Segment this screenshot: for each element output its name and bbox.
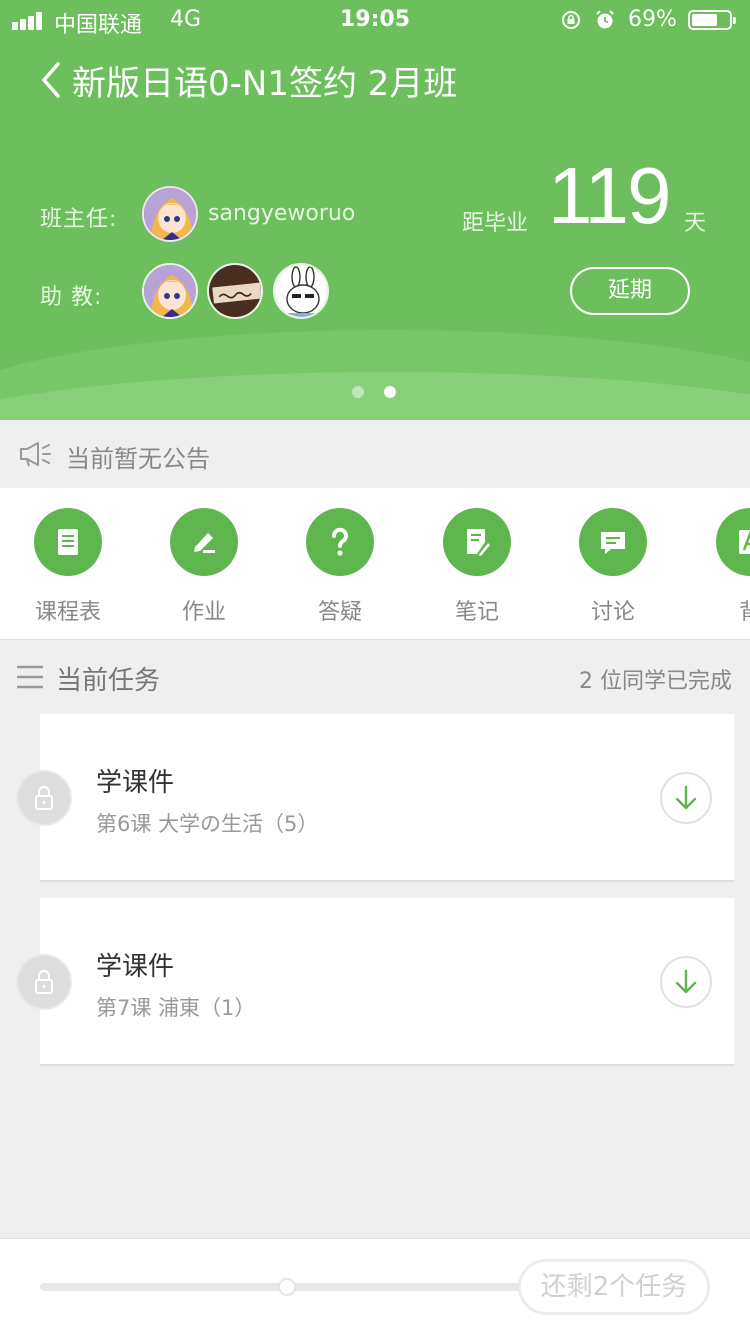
tool-grid: 课程表 作业 答疑 笔记 讨论 背 — [0, 488, 750, 640]
battery-percent: 69% — [628, 7, 677, 32]
class-header: 中国联通 4G 19:05 69% 新版日语0-N1签约 2月班 班主任: sa… — [0, 0, 750, 420]
download-icon — [675, 785, 697, 810]
assistant-avatar[interactable] — [142, 263, 198, 319]
nav-bar: 新版日语0-N1签约 2月班 — [0, 48, 750, 112]
alarm-icon — [596, 10, 614, 29]
chat-icon — [579, 508, 647, 576]
notes-icon — [443, 508, 511, 576]
download-button[interactable] — [660, 956, 712, 1008]
page-dot[interactable] — [352, 386, 364, 398]
task-lock — [16, 770, 72, 826]
battery-icon — [688, 10, 736, 30]
task-card[interactable]: 学课件 第7课 浦東（1） — [40, 898, 734, 1066]
lock-icon — [35, 970, 53, 994]
announcement-bar[interactable]: 当前暂无公告 — [0, 420, 750, 488]
task-lesson: 第7课 — [96, 996, 152, 1020]
page-dot[interactable] — [384, 386, 396, 398]
assistant-avatar[interactable] — [273, 263, 329, 319]
tool-label: 笔记 — [454, 600, 499, 625]
task-title: 学课件 — [96, 768, 175, 798]
task-progress-track — [40, 1283, 570, 1291]
assistant-label: 助 教: — [40, 285, 103, 310]
tool-discussion[interactable]: 讨论 — [545, 508, 681, 628]
task-topic: 大学の生活（5） — [158, 812, 319, 836]
back-arrow-icon[interactable] — [38, 60, 64, 100]
megaphone-icon — [20, 442, 51, 467]
bottom-progress-bar: 还剩2个任务 — [0, 1238, 750, 1334]
lock-icon — [35, 786, 53, 810]
tool-schedule[interactable]: 课程表 — [0, 508, 136, 628]
tool-label: 作业 — [181, 600, 226, 625]
recite-icon — [716, 508, 750, 576]
graduation-unit: 天 — [684, 211, 707, 236]
tool-label: 背 — [682, 594, 750, 626]
task-subtitle: 第7课 浦東（1） — [96, 992, 255, 1022]
completed-count[interactable]: 2 位同学已完成 — [579, 663, 732, 695]
task-progress-node — [278, 1278, 296, 1296]
tasks-title: 当前任务 — [56, 666, 161, 696]
task-title: 学课件 — [96, 952, 175, 982]
task-lesson: 第6课 — [96, 812, 152, 836]
tasks-header: 当前任务 2 位同学已完成 — [0, 640, 750, 714]
tool-label: 答疑 — [317, 600, 362, 625]
page-title: 新版日语0-N1签约 2月班 — [72, 64, 458, 104]
head-teacher-avatar[interactable] — [142, 186, 198, 242]
graduation-label: 距毕业 — [462, 211, 529, 236]
remaining-tasks-button[interactable]: 还剩2个任务 — [518, 1259, 710, 1315]
tool-homework[interactable]: 作业 — [136, 508, 272, 628]
head-teacher-name: sangyeworuo — [208, 201, 356, 226]
tool-label: 课程表 — [34, 600, 101, 625]
tool-recite[interactable]: 背 — [682, 508, 750, 628]
task-lock — [16, 954, 72, 1010]
status-bar: 中国联通 4G 19:05 69% — [0, 0, 750, 40]
schedule-icon — [34, 508, 102, 576]
pencil-icon — [170, 508, 238, 576]
question-icon — [306, 508, 374, 576]
list-icon — [17, 665, 43, 689]
page-indicator[interactable] — [352, 383, 416, 402]
graduation-days: 119 — [548, 151, 672, 240]
delay-button[interactable]: 延期 — [570, 267, 690, 315]
head-teacher-label: 班主任: — [40, 207, 118, 232]
task-topic: 浦東（1） — [158, 996, 256, 1020]
tool-notes[interactable]: 笔记 — [409, 508, 545, 628]
task-subtitle: 第6课 大学の生活（5） — [96, 808, 318, 838]
tool-label: 讨论 — [590, 600, 635, 625]
tool-qa[interactable]: 答疑 — [272, 508, 408, 628]
download-button[interactable] — [660, 772, 712, 824]
announcement-text: 当前暂无公告 — [66, 445, 210, 473]
rotation-lock-icon — [562, 11, 580, 29]
download-icon — [675, 969, 697, 994]
task-card[interactable]: 学课件 第6课 大学の生活（5） — [40, 714, 734, 882]
assistant-avatar[interactable] — [207, 263, 263, 319]
